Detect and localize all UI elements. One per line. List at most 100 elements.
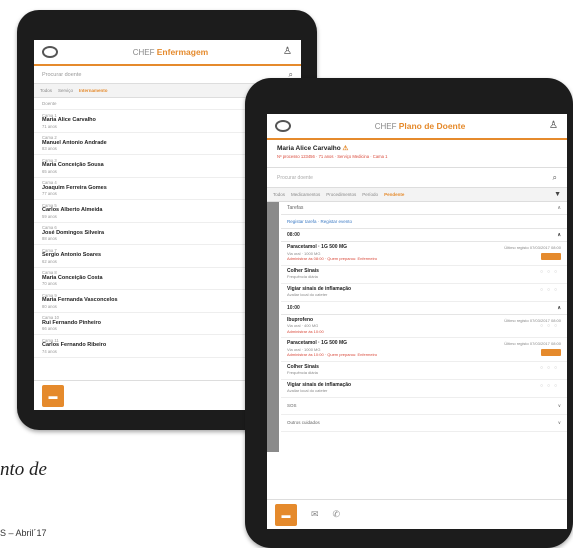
patient-text: Cama 11 Carlos Fernando Ribeiro 74 anos xyxy=(42,338,243,355)
back-app-title: CHEF Enfermagem xyxy=(132,47,209,57)
back-filter-0[interactable]: Todos xyxy=(40,88,52,93)
front-filter-4[interactable]: Pendente xyxy=(384,192,404,197)
patient-text: Cama 8 Maria Conceição Costa 70 anos xyxy=(42,270,243,287)
slide: o CHEF Enfermagem ♙ Procurar doente ⌕ To… xyxy=(0,0,573,548)
task-text: Colher Sinais Frequência diária xyxy=(287,364,491,376)
task-row[interactable]: Paracetamol · 1G 500 MG Via oral · 1000 M… xyxy=(281,338,567,362)
front-filter-2[interactable]: Procedimentos xyxy=(326,192,356,197)
last-record: Último registo 07/03/2017 08:00 xyxy=(504,341,561,346)
check-icons[interactable]: ○○○ xyxy=(540,383,561,389)
patient-age: 66 anos xyxy=(42,326,57,331)
front-app-title: CHEF Plano de Doente xyxy=(374,121,466,131)
front-filter-1[interactable]: Medicamentos xyxy=(291,192,320,197)
administer-button[interactable] xyxy=(541,252,561,260)
hour-head-1[interactable]: 10:00 ∧ xyxy=(281,302,567,315)
phone-icon[interactable]: ✆ xyxy=(333,509,341,520)
last-record: Último registo 07/03/2017 08:00 xyxy=(504,245,561,250)
logo-icon[interactable]: o xyxy=(42,46,58,58)
task-right: Último registo 07/03/2017 08:00 ○○○ xyxy=(491,318,561,335)
row-sos[interactable]: SOS ∨ xyxy=(281,398,567,415)
administer-button[interactable] xyxy=(541,348,561,356)
chat-button[interactable]: ▬ xyxy=(275,503,297,526)
user-icon[interactable]: ♙ xyxy=(283,47,293,57)
patient-age: 71 anos xyxy=(42,123,57,129)
register-links[interactable]: Registar tarefa · Registar evento xyxy=(281,215,567,229)
row-outros[interactable]: Outros cuidados ∨ xyxy=(281,415,567,432)
chevron-down-icon[interactable]: ∨ xyxy=(558,403,561,409)
task-sub: Frequência diária xyxy=(287,274,318,279)
check-icons[interactable]: ○○○ xyxy=(540,365,561,371)
check-icons[interactable]: ○○○ xyxy=(540,269,561,275)
logo-icon[interactable]: o xyxy=(275,120,291,132)
task-text: Colher Sinais Frequência diária xyxy=(287,268,491,280)
task-sub: Frequência diária xyxy=(287,370,318,375)
task-text: Paracetamol · 1G 500 MG Via oral · 1000 M… xyxy=(287,244,491,262)
front-bottom-bar: ▬ ✉ ✆ xyxy=(267,499,567,529)
front-search-input[interactable]: Procurar doente xyxy=(277,175,553,181)
task-row[interactable]: Colher Sinais Frequência diária ○○○ xyxy=(281,266,567,284)
patient-age: 59 anos xyxy=(42,213,57,219)
message-icon[interactable]: ✉ xyxy=(311,509,319,520)
patient-text: Cama 4 Joaquim Ferreira Gomes 77 anos xyxy=(42,180,243,197)
patient-text: Cama 6 José Domingos Silveira 88 anos xyxy=(42,225,243,242)
task-right: ○○○ xyxy=(491,269,561,280)
patient-age: 74 anos xyxy=(42,348,57,354)
task-content: Tarefas ∧ Registar tarefa · Registar even… xyxy=(267,202,567,452)
left-rail xyxy=(267,202,279,452)
task-row[interactable]: Vigiar sinais de inflamação Avaliar local… xyxy=(281,380,567,398)
back-filter-1[interactable]: Serviço xyxy=(58,88,73,93)
task-group-1000: Ibuprofeno Via oral · 400 MG Administrar à… xyxy=(281,315,567,398)
funnel-icon[interactable]: ▼ xyxy=(554,191,561,198)
front-tablet: o CHEF Plano de Doente ♙ Maria Alice Car… xyxy=(245,78,573,548)
task-note: Administrar às 08:00 · Quem preparou: En… xyxy=(287,256,378,261)
last-record: Último registo 07/03/2017 08:00 xyxy=(504,317,561,323)
check-icons[interactable]: ○○○ xyxy=(540,287,561,293)
user-icon[interactable]: ♙ xyxy=(549,121,559,131)
front-search[interactable]: Procurar doente ⌕ xyxy=(267,168,567,188)
collapse-icon[interactable]: ∧ xyxy=(557,205,561,211)
task-note: Administrar às 10:00 xyxy=(287,328,324,334)
tasks-section-head[interactable]: Tarefas ∧ xyxy=(281,202,567,215)
hour-head-0[interactable]: 08:00 ∧ xyxy=(281,229,567,242)
warning-icon: ⚠ xyxy=(342,145,349,152)
slide-footer: S – Abril´17 xyxy=(0,528,47,538)
patient-info: Nº processo 123456 · 71 anos · Serviço M… xyxy=(277,154,388,159)
task-right: Último registo 07/03/2017 08:00 xyxy=(491,341,561,358)
task-row[interactable]: Vigiar sinais de inflamação Avaliar local… xyxy=(281,284,567,302)
front-filter-3[interactable]: Período xyxy=(362,192,378,197)
patient-text: Cama 1 Maria Alice Carvalho 71 anos xyxy=(42,113,243,130)
slide-caption: nto de xyxy=(0,459,47,480)
search-icon[interactable]: ⌕ xyxy=(553,173,557,183)
patient-name: Maria Alice Carvalho ⚠ xyxy=(277,145,349,152)
chat-button[interactable]: ▬ xyxy=(42,384,64,407)
patient-age: 88 anos xyxy=(42,236,57,241)
chevron-down-icon[interactable]: ∨ xyxy=(558,420,561,426)
task-row[interactable]: Paracetamol · 1G 500 MG Via oral · 1000 M… xyxy=(281,242,567,266)
task-row[interactable]: Ibuprofeno Via oral · 400 MG Administrar à… xyxy=(281,315,567,338)
check-icons[interactable]: ○○○ xyxy=(540,323,561,329)
task-text: Vigiar sinais de inflamação Avaliar local… xyxy=(287,286,491,298)
patient-text: Cama 7 Sergio Antonio Soares 62 anos xyxy=(42,248,243,265)
task-sub: Avaliar local do cateter xyxy=(287,292,328,297)
task-text: Vigiar sinais de inflamação Avaliar local… xyxy=(287,382,491,394)
chevron-up-icon[interactable]: ∧ xyxy=(557,232,561,238)
front-tablet-screen: o CHEF Plano de Doente ♙ Maria Alice Car… xyxy=(267,114,567,529)
patient-text: Cama 2 Manuel Antonio Andrade 83 anos xyxy=(42,135,243,152)
patient-age: 80 anos xyxy=(42,303,57,309)
task-row[interactable]: Colher Sinais Frequência diária ○○○ xyxy=(281,362,567,380)
front-top-bar: o CHEF Plano de Doente ♙ xyxy=(267,114,567,140)
task-sub: Avaliar local do cateter xyxy=(287,388,328,393)
front-filter-0[interactable]: Todos xyxy=(273,192,285,197)
patient-age: 83 anos xyxy=(42,146,57,151)
back-filter-2[interactable]: Internamento xyxy=(79,88,108,93)
task-right: Último registo 07/03/2017 08:00 xyxy=(491,245,561,262)
patient-age: 62 anos xyxy=(42,258,57,264)
patient-text: Cama 3 Maria Conceição Sousa 65 anos xyxy=(42,158,243,175)
patient-age: 65 anos xyxy=(42,168,57,174)
task-right: ○○○ xyxy=(491,365,561,376)
task-text: Paracetamol · 1G 500 MG Via oral · 1000 M… xyxy=(287,340,491,358)
task-group-0800: Paracetamol · 1G 500 MG Via oral · 1000 M… xyxy=(281,242,567,302)
task-note: Administrar às 10:00 · Quem preparou: En… xyxy=(287,352,378,357)
back-search-input[interactable]: Procurar doente xyxy=(42,72,289,78)
chevron-up-icon[interactable]: ∧ xyxy=(557,305,561,311)
